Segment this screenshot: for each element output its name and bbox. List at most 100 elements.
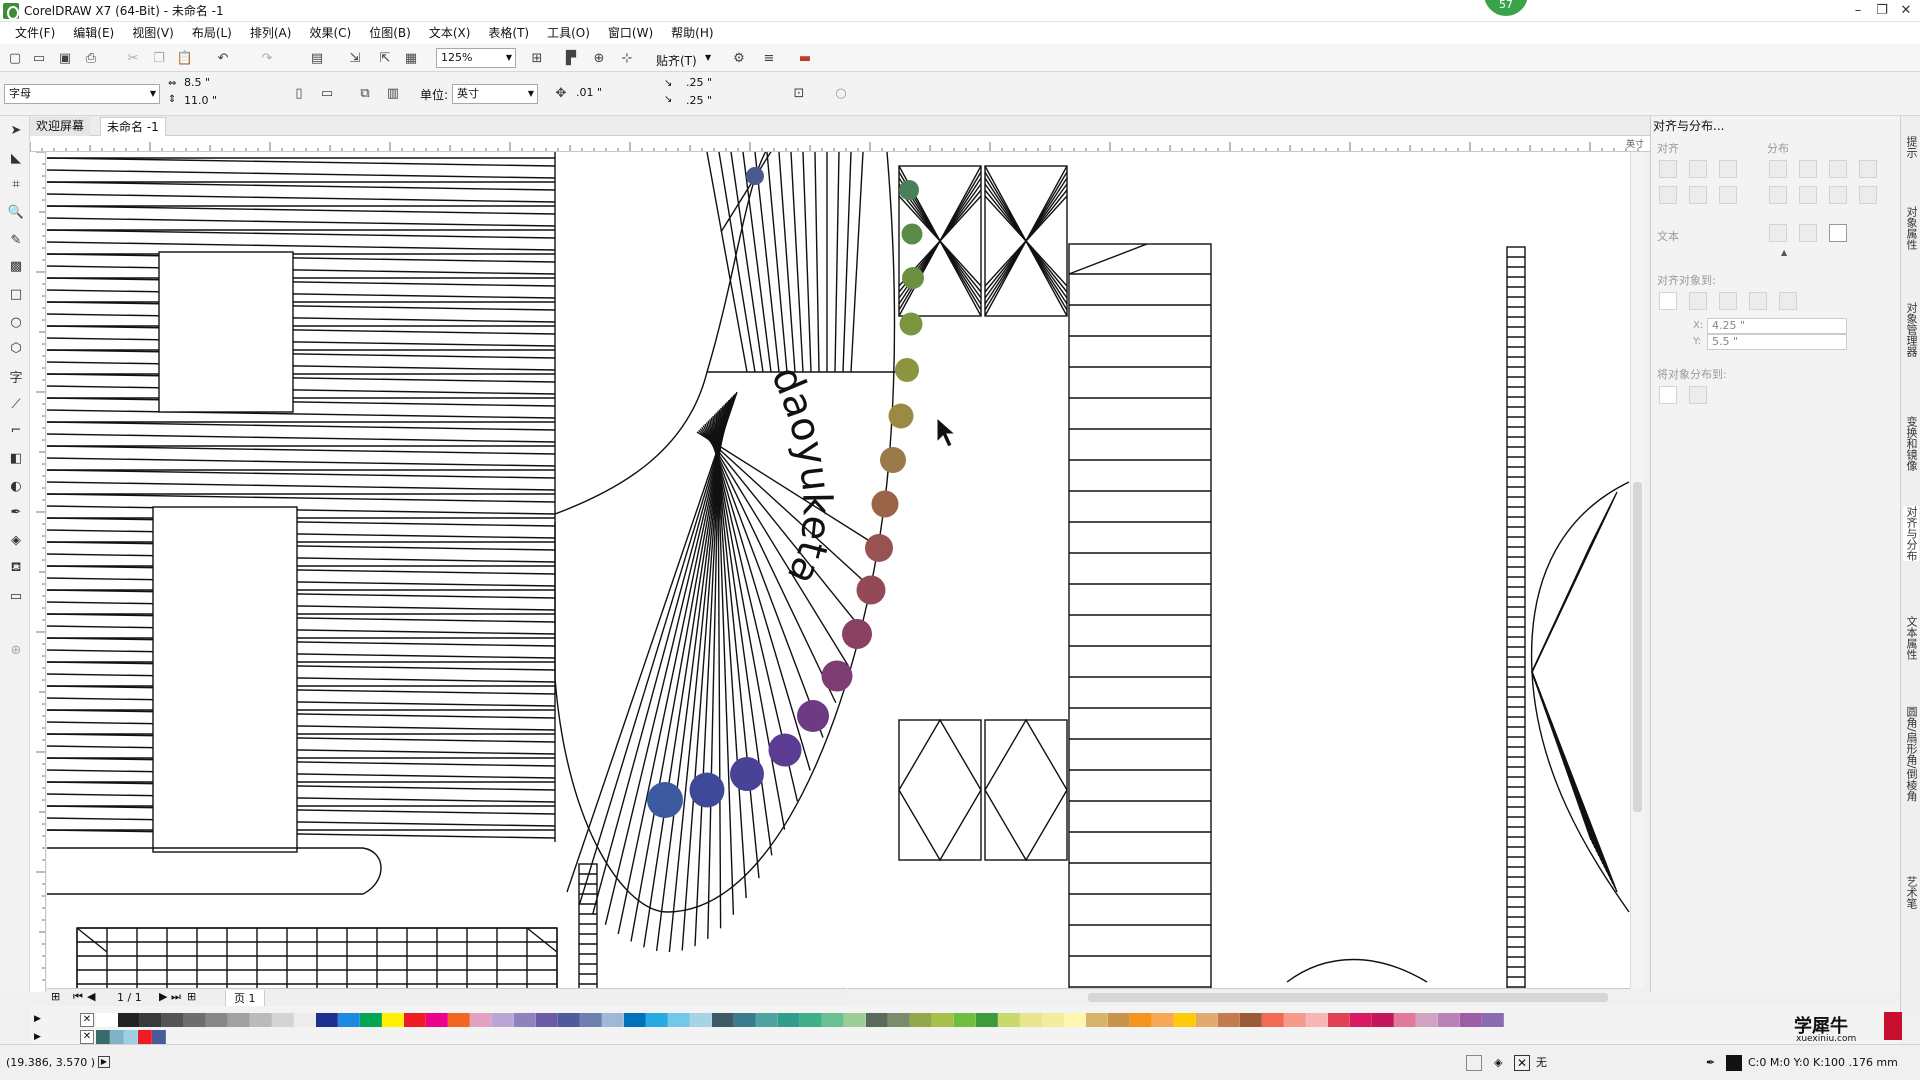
doc-swatch[interactable] (110, 1030, 124, 1044)
blend-dot[interactable] (842, 619, 872, 649)
zoom-level-select[interactable]: 125% ▼ (436, 48, 516, 68)
color-eyedropper-icon[interactable]: ✒ (6, 502, 26, 522)
distribute-center-icon[interactable] (1799, 160, 1817, 178)
align-left-icon[interactable] (1659, 160, 1677, 178)
color-swatch[interactable] (1064, 1013, 1086, 1027)
cut-icon[interactable]: ✂ (124, 49, 142, 67)
treat-as-filled-icon[interactable]: ○ (832, 84, 850, 102)
menu-table[interactable]: 表格(T) (479, 22, 538, 44)
add-page-after-icon[interactable]: ⊞ (187, 990, 196, 1003)
snap-status-icon[interactable] (1466, 1055, 1482, 1071)
new-document-icon[interactable]: ▢ (6, 49, 24, 67)
close-button[interactable]: ✕ (1893, 2, 1919, 20)
doc-swatch[interactable] (138, 1030, 152, 1044)
paper-type-select[interactable]: 字母 ▼ (4, 84, 160, 104)
export-icon[interactable]: ⇱ (376, 49, 394, 67)
align-right-icon[interactable] (1719, 160, 1737, 178)
align-x-field[interactable]: 4.25 " (1707, 318, 1847, 334)
align-y-field[interactable]: 5.5 " (1707, 334, 1847, 350)
collapse-arrow-icon[interactable]: ▲ (1781, 248, 1787, 257)
menu-arrange[interactable]: 排列(A) (241, 22, 301, 44)
color-swatch[interactable] (932, 1013, 954, 1027)
docker-tab-transform[interactable]: 变换和镜像 (1903, 416, 1919, 471)
color-swatch[interactable] (206, 1013, 228, 1027)
page-height-field[interactable]: 11.0 " (180, 94, 256, 110)
color-swatch[interactable] (712, 1013, 734, 1027)
color-swatch[interactable] (1416, 1013, 1438, 1027)
color-swatch[interactable] (690, 1013, 712, 1027)
blend-dot[interactable] (856, 575, 886, 605)
docker-tab-hints[interactable]: 提示 (1903, 136, 1919, 158)
parallel-dimension-icon[interactable]: ⟋ (6, 394, 26, 414)
menu-tools[interactable]: 工具(O) (538, 22, 599, 44)
color-swatch[interactable] (646, 1013, 668, 1027)
color-swatch[interactable] (382, 1013, 404, 1027)
duplicate-y-field[interactable]: .25 " (682, 94, 754, 110)
color-swatch[interactable] (536, 1013, 558, 1027)
distribute-spacing-h-icon[interactable] (1859, 160, 1877, 178)
current-page-icon[interactable]: ▥ (384, 84, 402, 102)
doc-palette-expand-icon[interactable]: ▶ (34, 1032, 41, 1042)
docker-tab-text-properties[interactable]: 文本属性 (1903, 616, 1919, 660)
blend-dot[interactable] (865, 534, 893, 562)
tab-untitled-1[interactable]: 未命名 -1 (100, 117, 166, 136)
color-swatch[interactable] (1196, 1013, 1218, 1027)
outline-color-swatch[interactable] (1726, 1055, 1742, 1071)
distribute-top-icon[interactable] (1769, 186, 1787, 204)
align-grid-icon[interactable] (1749, 292, 1767, 310)
publish-pdf-icon[interactable]: ▦ (402, 49, 420, 67)
color-swatch[interactable] (822, 1013, 844, 1027)
color-swatch[interactable] (668, 1013, 690, 1027)
first-page-icon[interactable]: ⏮ (73, 990, 83, 1004)
color-swatch[interactable] (1086, 1013, 1108, 1027)
shape-tool-icon[interactable]: ◣ (6, 148, 26, 168)
doc-swatch[interactable] (96, 1030, 110, 1044)
color-swatch[interactable] (162, 1013, 184, 1027)
blend-dot[interactable] (689, 772, 725, 808)
color-swatch[interactable] (470, 1013, 492, 1027)
color-swatch[interactable] (338, 1013, 360, 1027)
text-baseline-icon[interactable] (1769, 224, 1787, 242)
show-rulers-icon[interactable]: ▛ (562, 49, 580, 67)
docker-tab-fillet-scallop[interactable]: 圆角/扇形角/倒棱角 (1903, 706, 1919, 801)
color-swatch[interactable] (250, 1013, 272, 1027)
align-page-center-icon[interactable] (1719, 292, 1737, 310)
color-swatch[interactable] (404, 1013, 426, 1027)
menu-edit[interactable]: 编辑(E) (64, 22, 123, 44)
color-swatch[interactable] (1042, 1013, 1064, 1027)
text-frame-icon[interactable] (1829, 224, 1847, 242)
blend-dot[interactable] (899, 312, 923, 336)
color-swatch[interactable] (1306, 1013, 1328, 1027)
color-swatch[interactable] (602, 1013, 624, 1027)
docker-tab-align-distribute[interactable]: 对齐与分布 (1903, 506, 1919, 561)
color-swatch[interactable] (1284, 1013, 1306, 1027)
vertical-ruler[interactable] (30, 152, 46, 992)
color-swatch[interactable] (1262, 1013, 1284, 1027)
blend-dot[interactable] (768, 733, 802, 767)
distribute-middle-icon[interactable] (1799, 186, 1817, 204)
snap-to-dropdown[interactable]: 贴齐(T) (656, 52, 697, 69)
color-swatch[interactable] (1350, 1013, 1372, 1027)
align-point-icon[interactable] (1779, 292, 1797, 310)
horizontal-scroll-thumb[interactable] (1088, 993, 1608, 1002)
distribute-right-icon[interactable] (1829, 160, 1847, 178)
nudge-distance-field[interactable]: .01 " (572, 84, 638, 104)
page-width-field[interactable]: 8.5 " (180, 76, 256, 92)
color-swatch[interactable] (1328, 1013, 1350, 1027)
transparency-tool-icon[interactable]: ◐ (6, 476, 26, 496)
color-swatch[interactable] (514, 1013, 536, 1027)
align-center-h-icon[interactable] (1689, 160, 1707, 178)
color-swatch[interactable] (1240, 1013, 1262, 1027)
no-fill-icon[interactable]: ✕ (1514, 1055, 1530, 1071)
color-swatch[interactable] (448, 1013, 470, 1027)
palette-expand-icon[interactable]: ▶ (34, 1014, 41, 1024)
no-color-swatch[interactable]: ✕ (80, 1013, 94, 1027)
menu-layout[interactable]: 布局(L) (183, 22, 241, 44)
color-swatch[interactable] (426, 1013, 448, 1027)
color-swatch[interactable] (316, 1013, 338, 1027)
open-folder-icon[interactable]: ▭ (30, 49, 48, 67)
blend-dot[interactable] (888, 403, 914, 429)
show-guidelines-icon[interactable]: ⊹ (618, 49, 636, 67)
color-swatch[interactable] (866, 1013, 888, 1027)
copy-icon[interactable]: ❐ (150, 49, 168, 67)
